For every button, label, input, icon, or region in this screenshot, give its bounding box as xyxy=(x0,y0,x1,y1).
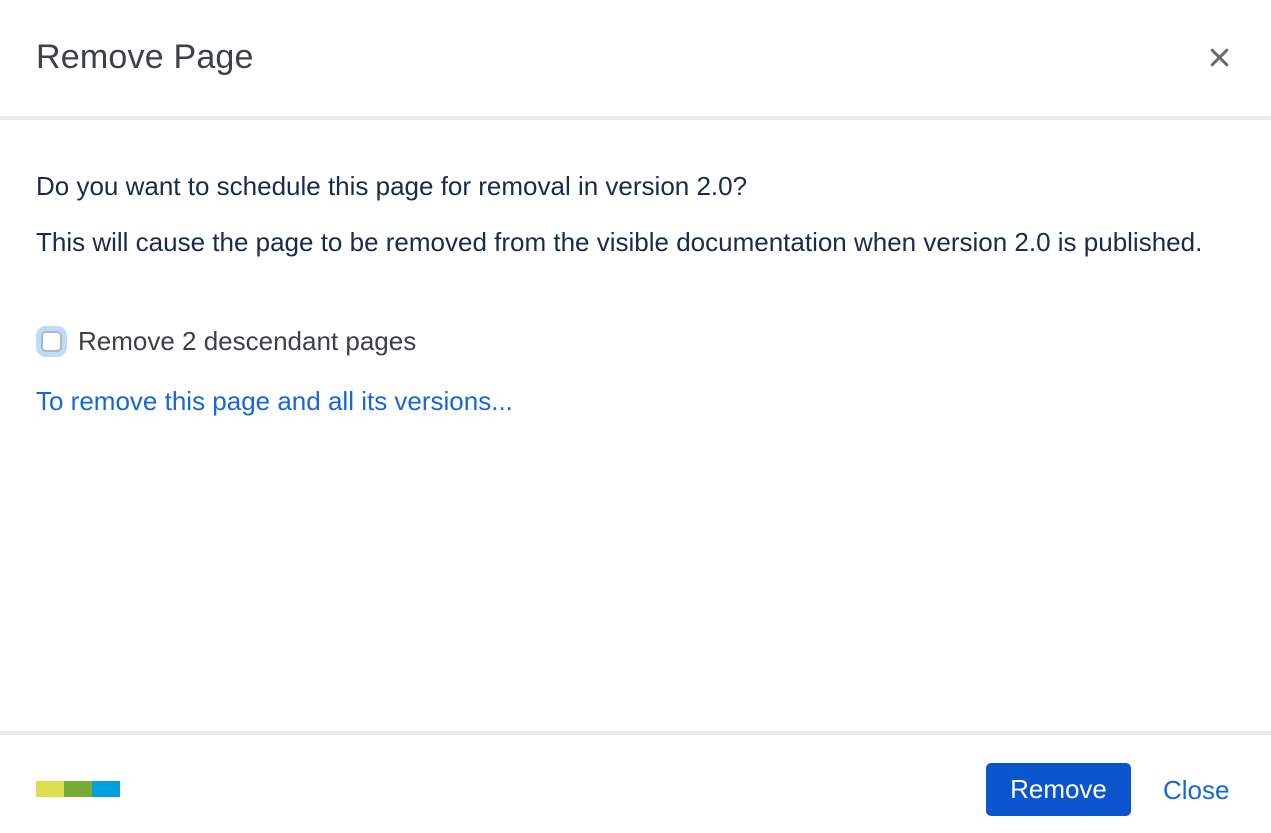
logo-block-yellow xyxy=(36,781,64,797)
close-button[interactable] xyxy=(1199,37,1239,77)
logo-block-green xyxy=(64,781,92,797)
dialog-title: Remove Page xyxy=(36,38,254,76)
dialog-header: Remove Page xyxy=(0,0,1271,116)
logo-block-blue xyxy=(92,781,120,797)
descendants-checkbox-label: Remove 2 descendant pages xyxy=(78,326,417,356)
question-text: Do you want to schedule this page for re… xyxy=(36,171,748,201)
brand-logo xyxy=(36,781,120,797)
close-link[interactable]: Close xyxy=(1163,775,1229,806)
descendants-checkbox-row[interactable]: Remove 2 descendant pages xyxy=(36,326,416,357)
remove-button[interactable]: Remove xyxy=(986,763,1131,816)
remove-all-versions-link[interactable]: To remove this page and all its versions… xyxy=(36,386,513,417)
description-text: This will cause the page to be removed f… xyxy=(36,227,1203,257)
header-divider xyxy=(0,116,1271,120)
descendants-checkbox-focus-ring xyxy=(36,326,67,357)
remove-page-dialog: Remove Page Do you want to schedule this… xyxy=(0,0,1271,833)
dialog-footer: Remove Close xyxy=(0,735,1271,833)
descendants-checkbox[interactable] xyxy=(41,331,62,352)
close-icon xyxy=(1206,44,1233,71)
